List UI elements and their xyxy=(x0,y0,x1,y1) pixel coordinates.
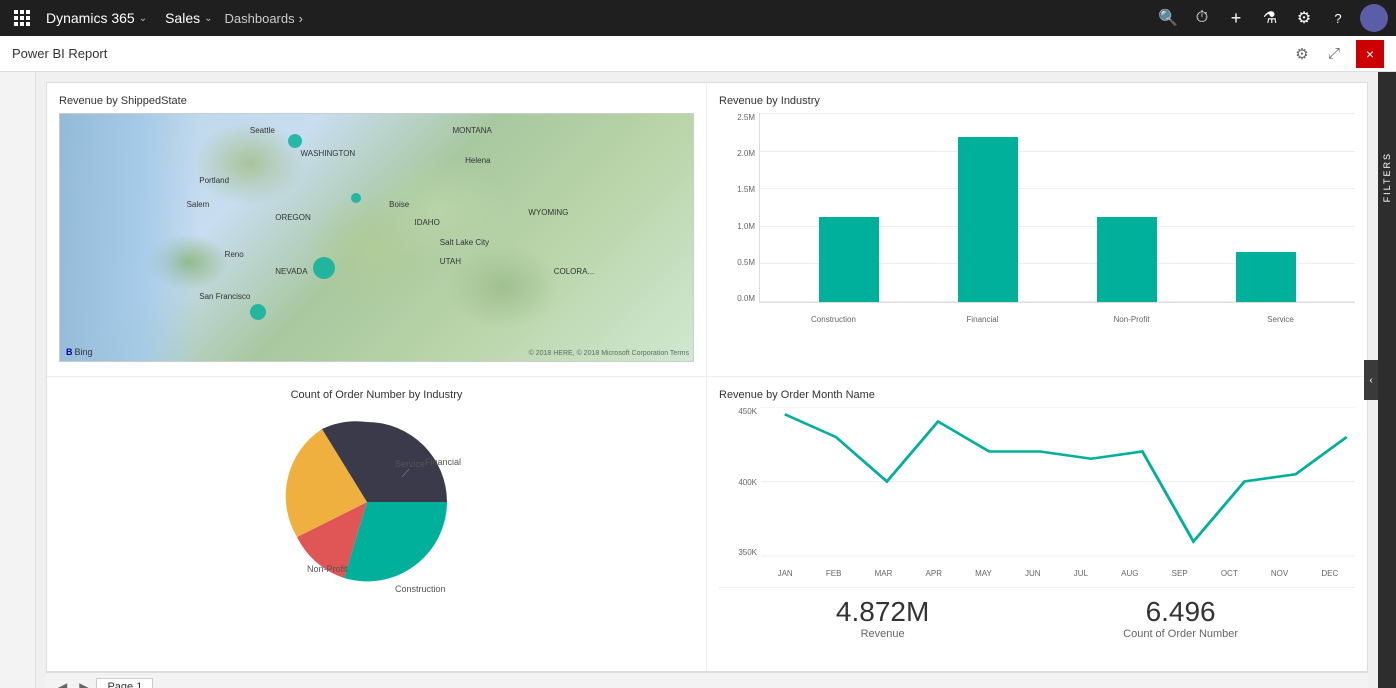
bar-chart-area: 2.5M 2.0M 1.5M 1.0M 0.5M 0.0M xyxy=(719,113,1355,333)
page-1-tab[interactable]: Page 1 xyxy=(96,678,153,688)
filter-button[interactable]: ⚗ xyxy=(1254,2,1286,34)
bars-group xyxy=(760,113,1355,302)
bar-construction[interactable] xyxy=(819,217,879,302)
main-content: Revenue by ShippedState Seattle WASHINGT… xyxy=(0,72,1396,688)
map-label-idaho: IDAHO xyxy=(414,218,439,227)
bar-financial[interactable] xyxy=(958,137,1018,302)
kpi-revenue-label: Revenue xyxy=(836,628,929,640)
map-title: Revenue by ShippedState xyxy=(59,95,694,107)
map-label-salem: Salem xyxy=(187,200,210,209)
bar-section: Revenue by Industry 2.5M 2.0M 1.5M 1.0M … xyxy=(707,83,1367,377)
report-title: Power BI Report xyxy=(12,46,107,61)
report-panel: Revenue by ShippedState Seattle WASHINGT… xyxy=(46,82,1368,672)
map-wrapper[interactable]: Seattle WASHINGTON MONTANA Portland Hele… xyxy=(59,113,694,362)
pie-label-nonprofit: Non-Profit xyxy=(307,564,348,574)
map-label-sf: San Francisco xyxy=(199,292,250,301)
bar-y-labels: 2.5M 2.0M 1.5M 1.0M 0.5M 0.0M xyxy=(719,113,759,303)
bar-nonprofit[interactable] xyxy=(1097,217,1157,302)
pie-chart-svg: Financial Non-Profit Construction Servic… xyxy=(247,407,507,597)
waffle-icon[interactable] xyxy=(8,4,36,32)
map-label-boise: Boise xyxy=(389,200,409,209)
module-selector[interactable]: Sales ⌄ xyxy=(157,10,220,26)
kpi-revenue-value: 4.872M xyxy=(836,596,929,628)
bar-nonprofit-rect xyxy=(1097,217,1157,302)
settings-button[interactable]: ⚙ xyxy=(1288,2,1320,34)
line-title: Revenue by Order Month Name xyxy=(719,389,1355,401)
pie-section: Count of Order Number by Industry xyxy=(47,377,707,671)
bar-title: Revenue by Industry xyxy=(719,95,1355,107)
map-label-nevada: NEVADA xyxy=(275,267,307,276)
right-panel: ‹ FILTERS xyxy=(1378,72,1396,688)
filters-toggle[interactable]: ‹ xyxy=(1364,360,1378,400)
bar-x-labels: Construction Financial Non-Profit Servic… xyxy=(759,305,1355,333)
line-chart-line xyxy=(785,414,1347,541)
line-chart-area: 450K 400K 350K xyxy=(719,407,1355,587)
line-section: Revenue by Order Month Name 450K 400K 35… xyxy=(707,377,1367,671)
page-prev[interactable]: ◀ xyxy=(54,678,71,688)
kpi-revenue: 4.872M Revenue xyxy=(836,596,929,640)
left-sidebar xyxy=(0,72,36,688)
help-button[interactable]: ? xyxy=(1322,2,1354,34)
map-label-utah: UTAH xyxy=(440,257,461,266)
search-button[interactable]: 🔍 xyxy=(1152,2,1184,34)
filters-label: FILTERS xyxy=(1382,152,1392,202)
secondbar-settings-icon[interactable]: ⚙ xyxy=(1288,40,1316,68)
line-y-labels: 450K 400K 350K xyxy=(719,407,761,557)
bar-service[interactable] xyxy=(1236,252,1296,302)
pie-title: Count of Order Number by Industry xyxy=(291,389,463,401)
topbar: Dynamics 365 ⌄ Sales ⌄ Dashboards › 🔍 ⏱ … xyxy=(0,0,1396,36)
map-copyright: © 2018 HERE, © 2018 Microsoft Corporatio… xyxy=(529,350,689,357)
report-container: Revenue by ShippedState Seattle WASHINGT… xyxy=(36,72,1378,688)
page-next[interactable]: ▶ xyxy=(75,678,92,688)
pie-label-construction: Construction xyxy=(395,584,446,594)
map-label-portland: Portland xyxy=(199,176,229,185)
module-chevron-icon: ⌄ xyxy=(204,13,212,24)
map-label-wyoming: WYOMING xyxy=(528,208,568,217)
map-label-montana: MONTANA xyxy=(452,126,491,135)
map-label-reno: Reno xyxy=(225,250,244,259)
secondbar-actions: ⚙ ⤢ × xyxy=(1288,40,1384,68)
secondbar: Power BI Report ⚙ ⤢ × xyxy=(0,36,1396,72)
map-section: Revenue by ShippedState Seattle WASHINGT… xyxy=(47,83,707,377)
bing-logo: B Bing xyxy=(66,347,93,357)
map-label-seattle: Seattle xyxy=(250,126,275,135)
map-dot-sf xyxy=(250,304,266,320)
line-chart-svg xyxy=(761,407,1355,557)
app-chevron-icon: ⌄ xyxy=(139,13,147,24)
bar-financial-rect xyxy=(958,137,1018,302)
pagination-bar: ◀ ▶ Page 1 xyxy=(46,672,1368,688)
topbar-icons: 🔍 ⏱ + ⚗ ⚙ ? xyxy=(1152,2,1388,34)
map-water xyxy=(60,114,199,361)
map-label-colorado: COLORA... xyxy=(554,267,594,276)
kpi-row: 4.872M Revenue 6.496 Count of Order Numb… xyxy=(719,587,1355,648)
kpi-orders-label: Count of Order Number xyxy=(1123,628,1238,640)
map-dot-seattle xyxy=(288,134,302,148)
close-button[interactable]: × xyxy=(1356,40,1384,68)
line-plot-svg-container xyxy=(761,407,1355,557)
map-label-helena: Helena xyxy=(465,156,490,165)
history-button[interactable]: ⏱ xyxy=(1186,2,1218,34)
secondbar-fullscreen-icon[interactable]: ⤢ xyxy=(1320,40,1348,68)
app-name[interactable]: Dynamics 365 ⌄ xyxy=(40,10,153,26)
pie-label-service-arrow: Service xyxy=(395,459,425,469)
bar-plot-area xyxy=(759,113,1355,303)
filters-panel: FILTERS xyxy=(1378,72,1396,688)
breadcrumb: Dashboards › xyxy=(225,11,303,26)
map-background: Seattle WASHINGTON MONTANA Portland Hele… xyxy=(60,114,693,361)
kpi-orders-value: 6.496 xyxy=(1123,596,1238,628)
pie-label-financial: Financial xyxy=(425,457,461,467)
bar-construction-rect xyxy=(819,217,879,302)
bar-service-rect xyxy=(1236,252,1296,302)
map-label-saltlake: Salt Lake City xyxy=(440,238,489,247)
map-label-oregon: OREGON xyxy=(275,213,311,222)
map-label-washington: WASHINGTON xyxy=(301,149,356,158)
line-x-labels: JAN FEB MAR APR MAY JUN JUL AUG SEP OCT … xyxy=(761,559,1355,587)
add-button[interactable]: + xyxy=(1220,2,1252,34)
user-avatar[interactable] xyxy=(1360,4,1388,32)
kpi-orders: 6.496 Count of Order Number xyxy=(1123,596,1238,640)
